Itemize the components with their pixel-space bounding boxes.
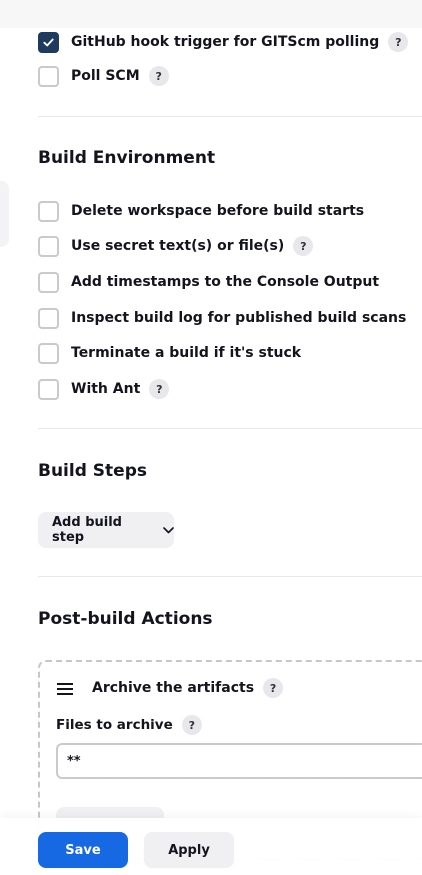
check-icon <box>43 38 54 46</box>
help-icon[interactable]: ? <box>293 236 314 256</box>
checkbox-with-ant[interactable] <box>38 378 59 400</box>
option-label: Inspect build log for published build sc… <box>71 310 407 326</box>
add-build-step-label: Add build step <box>52 515 122 545</box>
checkbox-github-hook-trigger[interactable] <box>38 31 59 53</box>
files-to-archive-label-row: Files to archive ? <box>56 715 202 735</box>
option-github-hook-trigger[interactable]: GitHub hook trigger for GITScm polling ? <box>38 30 409 54</box>
option-label: Add timestamps to the Console Output <box>71 274 380 290</box>
option-delete-workspace[interactable]: Delete workspace before build starts <box>38 199 364 223</box>
help-icon[interactable]: ? <box>181 715 202 735</box>
section-divider <box>38 576 422 577</box>
option-label: Use secret text(s) or file(s) <box>71 238 285 254</box>
side-panel-edge <box>0 181 9 247</box>
option-label: Terminate a build if it's stuck <box>71 345 302 361</box>
section-title-build-environment: Build Environment <box>38 148 216 168</box>
checkbox-add-timestamps[interactable] <box>38 271 59 293</box>
option-label: Poll SCM <box>71 68 140 84</box>
checkbox-terminate-stuck[interactable] <box>38 342 59 364</box>
apply-button[interactable]: Apply <box>144 832 234 868</box>
top-bar <box>0 0 422 28</box>
option-label: Delete workspace before build starts <box>71 203 365 219</box>
option-add-timestamps[interactable]: Add timestamps to the Console Output <box>38 270 379 294</box>
archive-artifacts-header: Archive the artifacts ? <box>92 678 284 698</box>
option-poll-scm[interactable]: Poll SCM ? <box>38 64 169 88</box>
help-icon[interactable]: ? <box>148 66 169 86</box>
option-label: GitHub hook trigger for GITScm polling <box>71 34 380 50</box>
section-divider <box>38 116 422 117</box>
option-label: With Ant <box>71 381 141 397</box>
checkbox-poll-scm[interactable] <box>38 65 59 87</box>
option-terminate-stuck[interactable]: Terminate a build if it's stuck <box>38 341 301 365</box>
chevron-down-icon <box>163 526 174 534</box>
add-build-step-button[interactable]: Add build step <box>38 512 174 548</box>
section-divider <box>38 428 422 429</box>
drag-handle-icon[interactable] <box>57 683 73 695</box>
checkbox-secret-text[interactable] <box>38 235 59 257</box>
option-secret-text[interactable]: Use secret text(s) or file(s) ? <box>38 234 314 258</box>
files-to-archive-input[interactable] <box>56 743 422 779</box>
section-title-build-steps: Build Steps <box>38 461 147 481</box>
archive-artifacts-title: Archive the artifacts <box>92 680 255 696</box>
option-inspect-build-log[interactable]: Inspect build log for published build sc… <box>38 306 406 330</box>
help-icon[interactable]: ? <box>263 678 284 698</box>
option-with-ant[interactable]: With Ant ? <box>38 377 170 401</box>
help-icon[interactable]: ? <box>149 379 170 399</box>
checkbox-delete-workspace[interactable] <box>38 200 59 222</box>
checkbox-inspect-build-log[interactable] <box>38 307 59 329</box>
files-to-archive-label: Files to archive <box>56 717 173 733</box>
help-icon[interactable]: ? <box>388 32 409 52</box>
section-title-post-build-actions: Post-build Actions <box>38 609 213 629</box>
save-button[interactable]: Save <box>38 832 128 868</box>
